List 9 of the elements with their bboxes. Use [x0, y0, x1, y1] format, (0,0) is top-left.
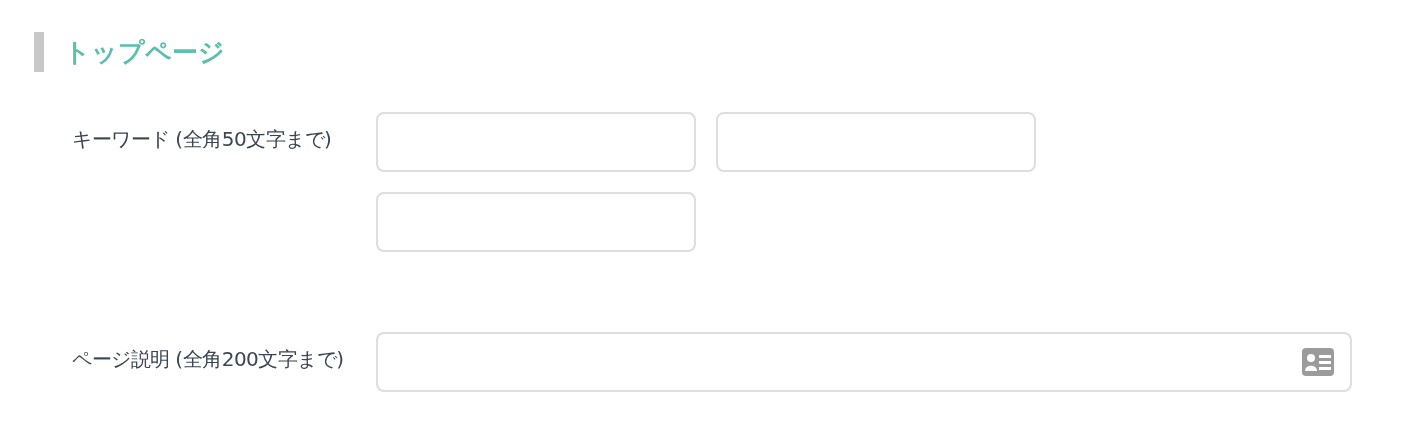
- field-label: ページ説明 (全角200文字まで): [71, 346, 345, 373]
- contact-card-icon: [1302, 348, 1334, 376]
- keyword-input[interactable]: [716, 112, 1036, 172]
- description-input[interactable]: [376, 332, 1352, 392]
- heading-bar: [34, 32, 44, 72]
- keyword-input[interactable]: [376, 192, 696, 252]
- section-heading: トップページ: [64, 35, 225, 69]
- keyword-input[interactable]: [376, 112, 696, 172]
- field-label: キーワード (全角50文字まで): [71, 126, 333, 153]
